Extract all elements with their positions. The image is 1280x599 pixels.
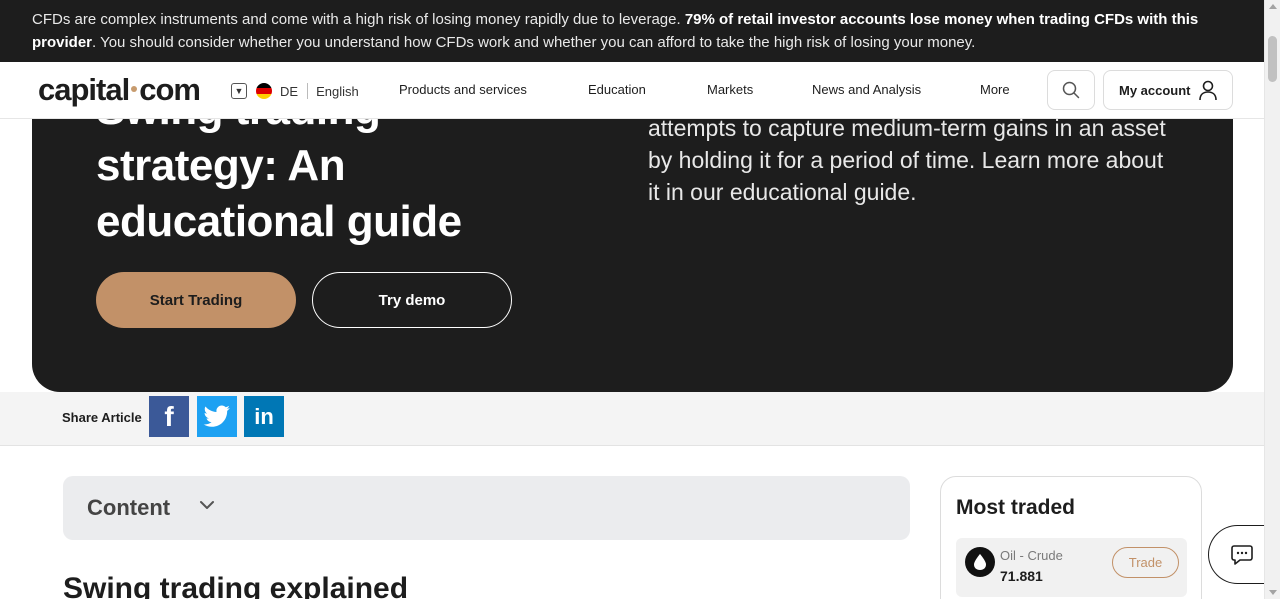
logo-dot — [131, 86, 138, 93]
asset-price: 71.881 — [1000, 568, 1043, 584]
hero-title-line-2: strategy: An — [96, 141, 346, 190]
scroll-down-arrow-icon[interactable] — [1269, 590, 1277, 595]
most-traded-widget: Most traded Oil - Crude 71.881 Trade — [940, 476, 1202, 599]
scroll-up-arrow-icon[interactable] — [1269, 4, 1277, 9]
germany-flag-icon — [256, 83, 272, 99]
chat-widget-button[interactable] — [1208, 525, 1268, 584]
search-button[interactable] — [1047, 70, 1095, 110]
oil-drop-icon — [965, 547, 995, 577]
capital-com-logo[interactable]: capital com — [38, 72, 201, 108]
try-demo-button[interactable]: Try demo — [312, 272, 512, 328]
hero-title-line-3: educational guide — [96, 197, 462, 246]
facebook-share-button[interactable]: f — [149, 396, 189, 437]
chevron-down-icon[interactable]: ▼ — [231, 83, 247, 99]
chevron-down-icon — [200, 501, 214, 509]
hero-description: attempts to capture medium-term gains in… — [648, 115, 1166, 205]
page: Swing trading strategy: An educational g… — [0, 0, 1280, 599]
logo-text-right: com — [139, 72, 201, 107]
twitter-icon — [203, 404, 230, 427]
linkedin-icon: in — [254, 403, 274, 429]
nav-more[interactable]: More — [980, 82, 1010, 97]
asset-row[interactable]: Oil - Crude 71.881 Trade — [956, 538, 1187, 597]
share-article-label: Share Article — [62, 410, 142, 425]
scrollbar-thumb[interactable] — [1268, 36, 1277, 82]
chat-bubble-icon — [1230, 544, 1253, 565]
linkedin-share-button[interactable]: in — [244, 396, 284, 437]
language-selector[interactable]: ▼ DE English — [231, 82, 359, 100]
content-accordion-label: Content — [87, 495, 171, 520]
risk-warning-banner: CFDs are complex instruments and come wi… — [0, 0, 1264, 62]
asset-name: Oil - Crude — [1000, 548, 1063, 563]
section-heading: Swing trading explained — [63, 572, 409, 599]
nav-markets[interactable]: Markets — [707, 82, 753, 97]
logo-text-left: capital — [38, 72, 130, 107]
nav-education[interactable]: Education — [588, 82, 646, 97]
language-label: English — [316, 83, 359, 99]
twitter-share-button[interactable] — [197, 396, 237, 437]
trade-button[interactable]: Trade — [1112, 547, 1179, 578]
content-accordion[interactable]: Content — [63, 476, 910, 540]
facebook-icon: f — [164, 400, 174, 432]
page-scrollbar[interactable] — [1264, 0, 1280, 599]
risk-text-start: CFDs are complex instruments and come wi… — [32, 11, 685, 28]
language-divider — [307, 83, 309, 99]
most-traded-title: Most traded — [956, 496, 1076, 519]
user-icon — [1199, 80, 1217, 101]
site-header: capital com ▼ DE English Products and ser… — [0, 62, 1264, 119]
search-icon — [1062, 81, 1080, 99]
nav-products-and-services[interactable]: Products and services — [399, 82, 527, 97]
start-trading-button[interactable]: Start Trading — [96, 272, 296, 328]
country-code: DE — [280, 83, 299, 99]
my-account-label: My account — [1119, 82, 1191, 98]
risk-text-end: . You should consider whether you unders… — [92, 34, 976, 51]
nav-news-and-analysis[interactable]: News and Analysis — [812, 82, 921, 97]
my-account-button[interactable]: My account — [1103, 70, 1233, 110]
share-bar: Share Article f in — [0, 392, 1264, 446]
